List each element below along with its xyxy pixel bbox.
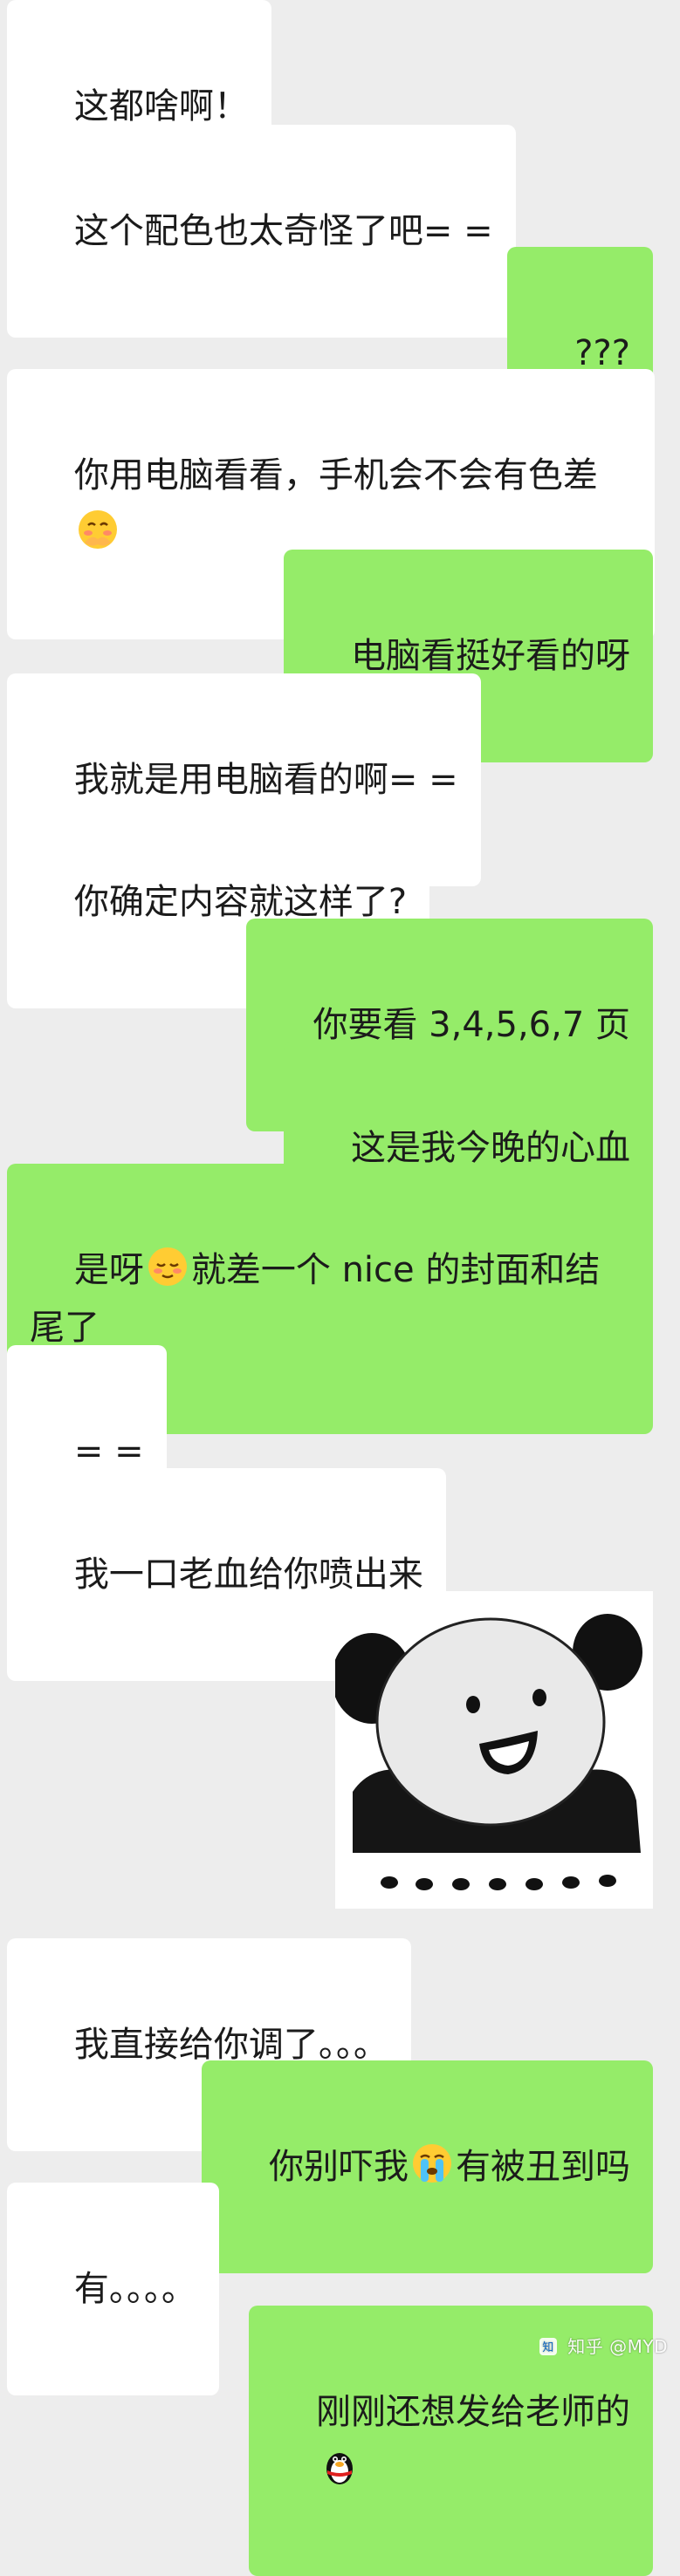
message-text: 你用电脑看看，手机会不会有色差 <box>73 455 598 495</box>
message-text: 我直接给你调了。。。 <box>73 2025 388 2065</box>
chat-log: 这都啥啊！ 这个配色也太奇怪了吧= = ??? 你用电脑看看，手机会不会有色差 <box>0 0 680 2576</box>
embarrassed-face-emoji <box>78 510 117 549</box>
message-text: 我一口老血给你喷出来 <box>73 1554 423 1595</box>
message-text: 有被丑到吗 <box>456 2147 630 2187</box>
message-bubble-received[interactable]: 有。。。。 <box>7 2183 219 2395</box>
message-text: 刚刚还想发给老师的 <box>316 2392 630 2432</box>
svg-text:知: 知 <box>543 2340 555 2354</box>
message-text: 我就是用电脑看的啊= = <box>73 760 458 800</box>
message-text: ??? <box>574 333 630 373</box>
panda-face-icon <box>335 1591 653 1909</box>
qq-penguin-icon <box>326 2453 353 2484</box>
watermark-text: 知乎 @MYD <box>567 2336 668 2357</box>
panda-meme-sticker[interactable] <box>335 1591 653 1909</box>
message-text: 这是我今晚的心血 <box>351 1128 630 1168</box>
crying-face-emoji <box>413 2144 451 2183</box>
zhihu-logo-icon: 知 <box>539 2338 558 2355</box>
message-text: 这都啥啊！ <box>73 86 249 126</box>
watermark: 知 知乎 @MYD <box>539 2333 668 2358</box>
message-text: 电脑看挺好看的呀 <box>351 636 630 676</box>
message-text: 你确定内容就这样了? <box>73 882 408 922</box>
message-text: = = <box>73 1431 144 1472</box>
message-text: 你要看 3,4,5,6,7 页 <box>313 1005 630 1045</box>
relieved-face-emoji <box>148 1247 187 1286</box>
message-text: 你别吓我 <box>269 2147 409 2187</box>
message-text: 是呀 <box>73 1250 144 1290</box>
message-bubble-sent[interactable]: 你别吓我 有被丑到吗 <box>202 2060 653 2273</box>
message-text: 有。。。。 <box>73 2269 196 2309</box>
message-text: 这个配色也太奇怪了吧= = <box>73 211 493 251</box>
message-bubble-received[interactable]: 这个配色也太奇怪了吧= = <box>7 125 516 338</box>
